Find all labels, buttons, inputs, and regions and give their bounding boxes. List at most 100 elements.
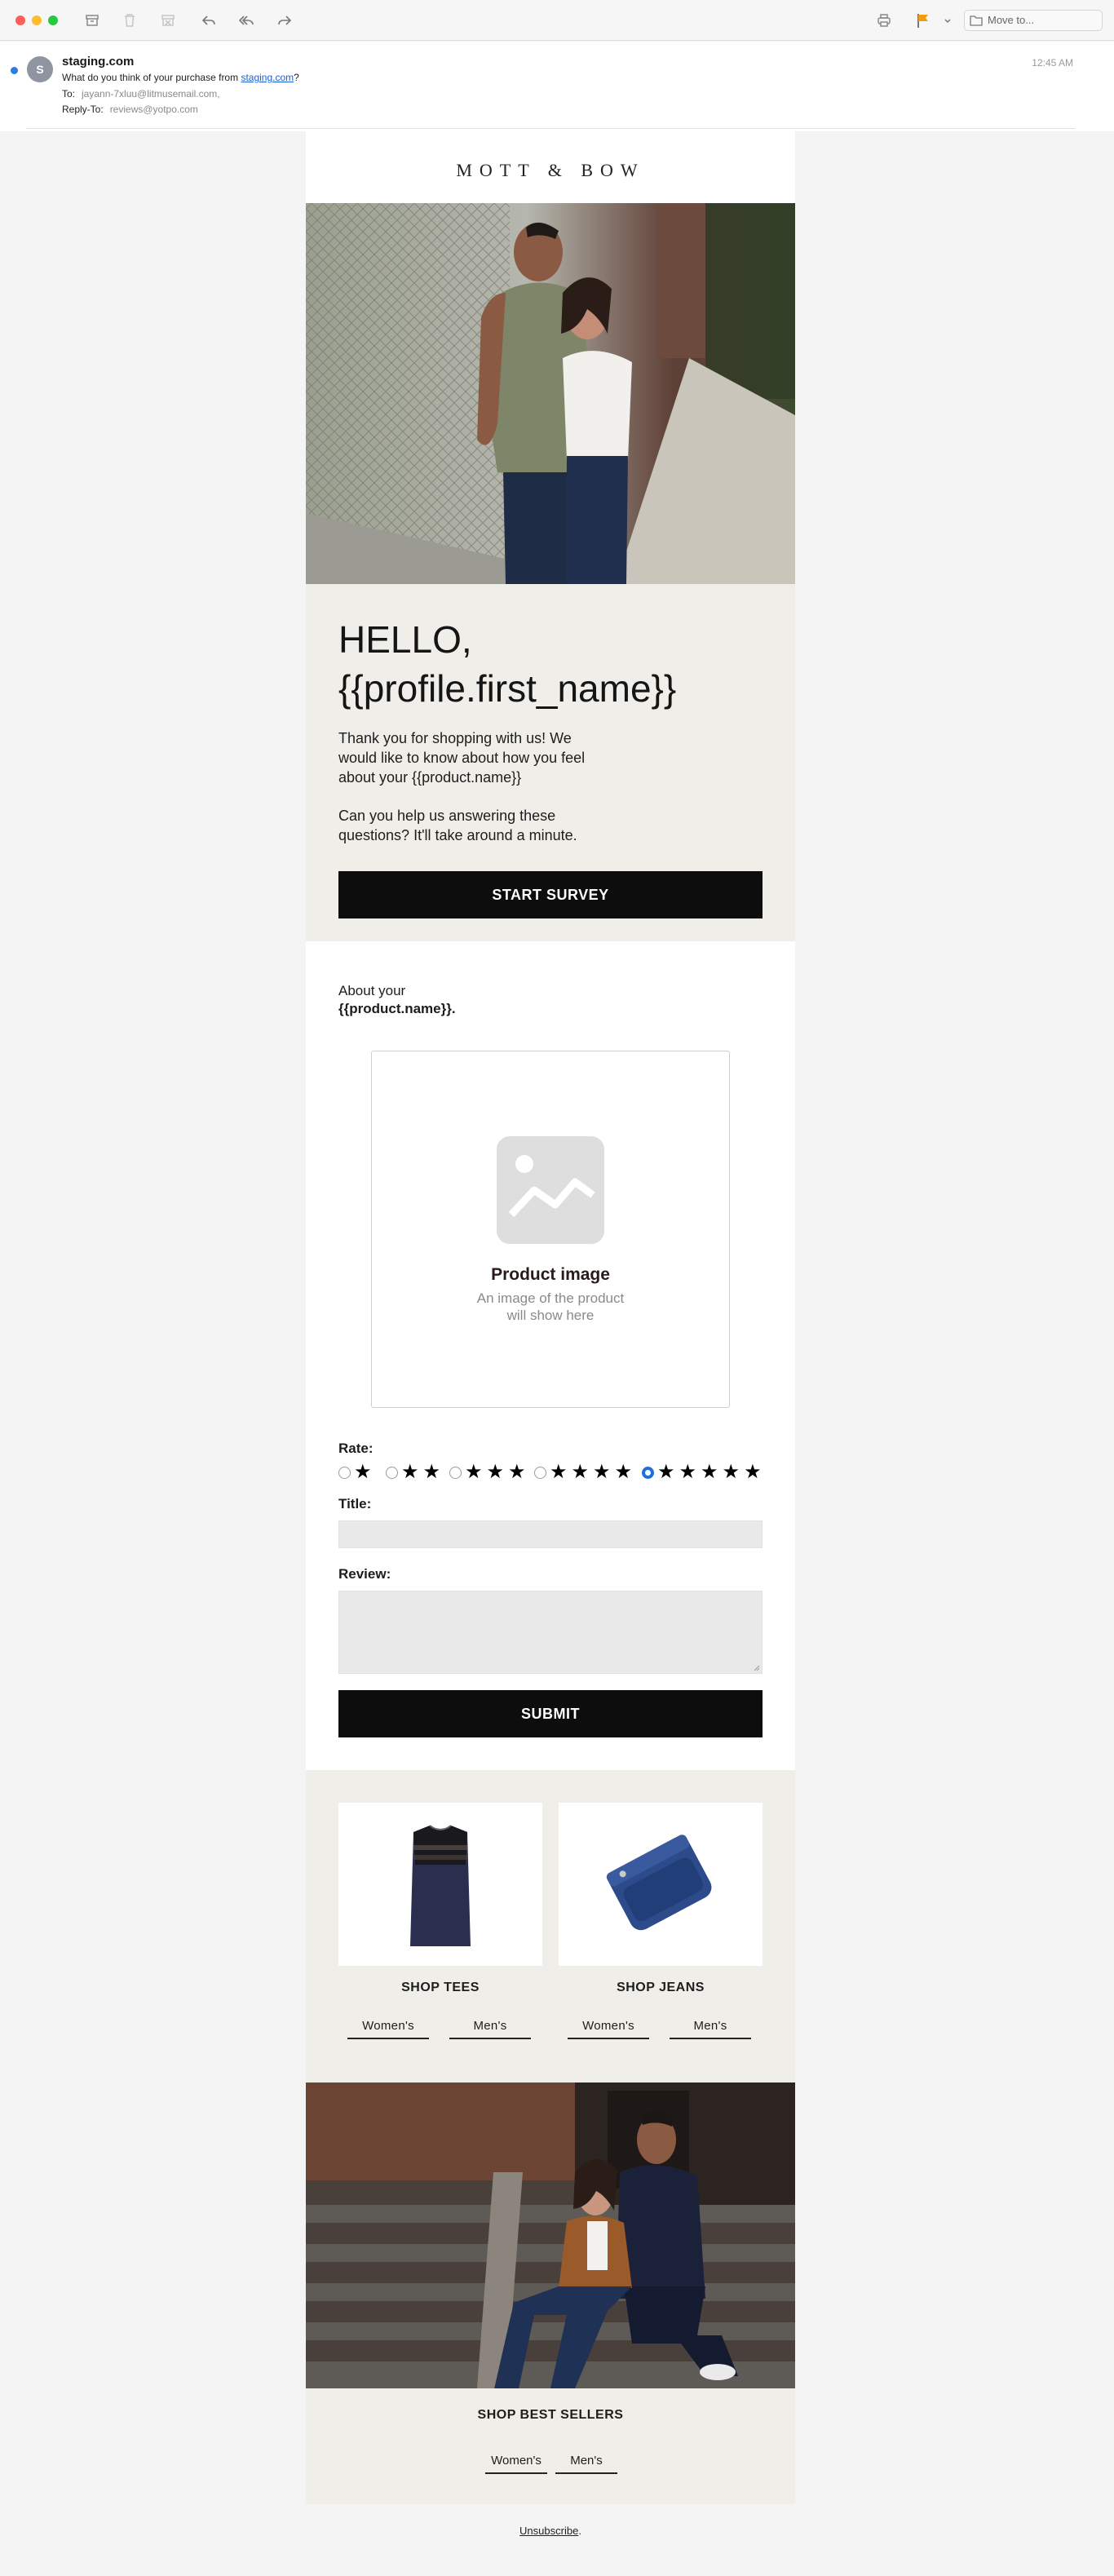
rating-option-1[interactable]: ★ [338,1462,376,1483]
to-label: To: [62,88,76,100]
logo-bar: MOTT & BOW [306,131,795,203]
star-icon: ★ [593,1461,611,1483]
star-icon: ★ [744,1461,762,1483]
survey-section: About your {{product.name}}. Product ima… [306,941,795,1770]
shop-jeans-title[interactable]: SHOP JEANS [559,1981,763,1995]
to-value[interactable]: jayann-7xluu@litmusemail.com, [82,88,220,100]
move-to-label: Move to... [988,14,1035,26]
star-icon: ★ [571,1461,590,1483]
subject-suffix: ? [294,72,299,83]
star-icon: ★ [401,1461,419,1483]
start-survey-button[interactable]: START SURVEY [338,871,763,918]
message-header [0,42,1114,131]
greeting-line-2: {{profile.first_name}} [338,667,677,710]
review-label: Review: [338,1566,391,1582]
about-product-name: {{product.name}}. [338,1001,456,1016]
unsubscribe-line: Unsubscribe. [306,2525,795,2537]
best-sellers-image-couple-steps[interactable] [306,2082,795,2388]
best-sellers-section: SHOP BEST SELLERS Women's Men's [306,2388,795,2504]
jeans-product-card[interactable] [559,1803,763,1966]
header-divider [26,128,1075,129]
rating-option-5[interactable]: ★ ★ ★ ★ ★ [642,1462,766,1483]
window-zoom-button[interactable] [48,15,58,25]
hello-section: HELLO, {{profile.first_name}} Thank you … [306,584,795,941]
sender-avatar: S [27,56,53,82]
rating-option-2[interactable]: ★ ★ [386,1462,444,1483]
reply-to-value[interactable]: reviews@yotpo.com [110,104,198,115]
shop-best-sellers-title[interactable]: SHOP BEST SELLERS [306,2408,795,2423]
star-icon: ★ [354,1461,372,1483]
hero-image-couple-street[interactable] [306,203,795,584]
junk-icon[interactable] [158,11,178,30]
unsubscribe-link[interactable]: Unsubscribe [519,2525,578,2537]
jeans-womens-link[interactable]: Women's [568,2019,649,2039]
archive-icon[interactable] [82,11,102,30]
rating-radio-2[interactable] [386,1466,398,1479]
rate-label: Rate: [338,1441,374,1456]
reply-to-line: Reply-To: reviews@yotpo.com [62,104,198,115]
best-sellers-mens-link[interactable]: Men's [555,2454,617,2474]
shop-section: SHOP TEES SHOP JEANS Women's Men's Women… [306,1770,795,2082]
star-icon: ★ [722,1461,740,1483]
resize-handle-icon[interactable] [753,1664,760,1671]
reply-icon[interactable] [199,11,219,30]
subject-line: What do you think of your purchase from … [62,72,299,83]
jeans-image [606,1835,712,1931]
flag-chevron-down-icon[interactable] [938,11,957,30]
title-label: Title: [338,1496,372,1512]
best-sellers-photo-graphic [306,2082,795,2388]
window-minimize-button[interactable] [32,15,42,25]
star-icon: ★ [465,1461,483,1483]
tees-image [410,1825,471,1946]
print-icon[interactable] [874,11,894,30]
forward-icon[interactable] [275,11,294,30]
rating-option-3[interactable]: ★ ★ ★ [449,1462,530,1483]
rating-radio-3[interactable] [449,1466,462,1479]
star-icon: ★ [422,1461,441,1483]
reply-to-label: Reply-To: [62,104,104,115]
rating-options: ★ ★ ★ ★ ★ ★ ★ ★ ★ ★ ★ ★ ★ ★ ★ [338,1462,763,1483]
trash-icon[interactable] [120,11,139,30]
subject-prefix: What do you think of your purchase from [62,72,241,83]
rating-radio-5[interactable] [642,1466,654,1479]
shop-tees-title[interactable]: SHOP TEES [338,1981,542,1995]
rating-radio-1[interactable] [338,1466,351,1479]
product-image-subtitle: An image of the product will show here [372,1290,729,1324]
move-to-dropdown[interactable]: Move to... [964,10,1103,31]
tees-product-card[interactable] [338,1803,542,1966]
sender-name: staging.com [62,55,135,69]
star-icon: ★ [657,1461,675,1483]
subject-link[interactable]: staging.com [241,72,294,83]
folder-icon [970,15,983,26]
title-input[interactable] [338,1520,763,1548]
star-icon: ★ [679,1461,697,1483]
product-image-title: Product image [491,1265,610,1284]
unread-indicator [11,67,18,74]
star-icon: ★ [508,1461,526,1483]
reply-all-icon[interactable] [237,11,256,30]
about-product-heading: About your {{product.name}}. [338,982,456,1018]
image-placeholder-icon [497,1136,604,1244]
tees-womens-link[interactable]: Women's [347,2019,429,2039]
rating-radio-4[interactable] [534,1466,546,1479]
star-icon: ★ [550,1461,568,1483]
to-line: To: jayann-7xluu@litmusemail.com, [62,88,220,100]
product-image-placeholder: Product image An image of the product wi… [371,1051,730,1408]
star-icon: ★ [486,1461,505,1483]
best-sellers-womens-link[interactable]: Women's [485,2454,547,2474]
rating-option-4[interactable]: ★ ★ ★ ★ [534,1462,636,1483]
tees-mens-link[interactable]: Men's [449,2019,531,2039]
window-close-button[interactable] [15,15,25,25]
product-image-subtitle-text: An image of the product will show here [476,1290,625,1323]
greeting-heading: HELLO, {{profile.first_name}} [338,615,676,713]
review-textarea[interactable] [338,1591,763,1674]
jeans-mens-link[interactable]: Men's [670,2019,751,2039]
star-icon: ★ [614,1461,633,1483]
unsubscribe-suffix: . [578,2525,581,2537]
brand-logo[interactable]: MOTT & BOW [306,131,795,206]
mail-toolbar: Move to... [0,0,1114,41]
submit-button[interactable]: SUBMIT [338,1690,763,1737]
star-icon: ★ [701,1461,718,1483]
intro-question-text: Can you help us answering these question… [338,808,577,843]
flag-icon[interactable] [913,11,933,30]
